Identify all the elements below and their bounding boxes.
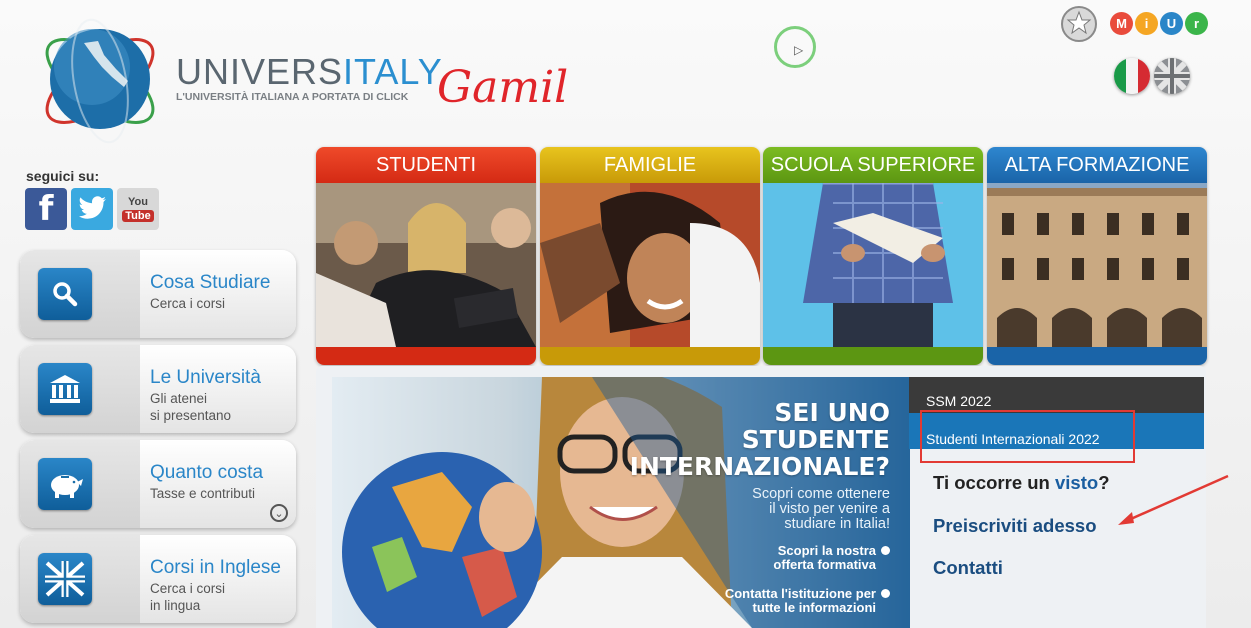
banner-headline-line: STUDENTE (741, 425, 890, 454)
preiscriviti-adesso-link[interactable]: Preiscriviti adesso (933, 515, 1097, 537)
nav-title: Corsi in Inglese (150, 557, 281, 578)
banner-headline-line: INTERNAZIONALE? (629, 452, 890, 481)
bullet-dot-icon (881, 589, 890, 598)
piggy-bank-icon (38, 458, 92, 510)
twitter-bird-icon (79, 196, 106, 219)
banner-image[interactable]: SEI UNO STUDENTE INTERNAZIONALE? Scopri … (332, 377, 910, 628)
visa-question: Ti occorre un visto? (933, 472, 1110, 494)
university-icon (38, 363, 92, 415)
family-photo (540, 183, 760, 347)
banner-subtitle-line: il visto per venire a (769, 501, 890, 517)
banner-subtitle: Scopri come ottenere il visto per venire… (752, 487, 890, 532)
high-school-photo (763, 183, 983, 347)
miur-logo[interactable]: M i U r (1110, 12, 1208, 35)
students-photo (316, 183, 536, 347)
nav-corsi-in-inglese-button[interactable]: Corsi in Inglese Cerca i corsi in lingua (20, 535, 296, 623)
tile-footer (763, 347, 983, 365)
miur-letter: i (1135, 12, 1158, 35)
bullet-dot-icon (881, 546, 890, 555)
nav-subtitle: Cerca i corsi (150, 296, 226, 311)
youtube-you-text: You (128, 196, 148, 208)
twitter-icon[interactable] (71, 188, 113, 230)
nav-le-universita-button[interactable]: Le Università Gli atenei si presentano (20, 345, 296, 433)
brand-name: UNIVERSITALY (176, 51, 443, 92)
nav-subtitle: Tasse e contributi (150, 486, 256, 501)
banner-subtitle-line: Scopri come ottenere (752, 486, 890, 502)
brand-tagline: L'UNIVERSITÀ ITALIANA A PORTATA DI CLICK (176, 91, 409, 103)
search-icon (38, 268, 92, 320)
banner-headline: SEI UNO STUDENTE INTERNAZIONALE? (630, 399, 890, 480)
visa-question-mark: ? (1098, 472, 1110, 493)
tile-title: SCUOLA SUPERIORE (763, 147, 983, 183)
universitaly-logo[interactable]: UNIVERSITALY L'UNIVERSITÀ ITALIANA A POR… (18, 5, 442, 150)
nav-title: Le Università (150, 367, 261, 388)
facebook-letter: f (38, 189, 54, 229)
miur-letter: U (1160, 12, 1183, 35)
youtube-icon[interactable]: You Tube (117, 188, 159, 230)
banner-link-contatta[interactable]: Contatta l'istituzione per tutte le info… (725, 587, 890, 615)
tile-title: STUDENTI (316, 147, 536, 183)
tile-title: ALTA FORMAZIONE (987, 147, 1207, 183)
nav-cosa-studiare-button[interactable]: Cosa Studiare Cerca i corsi (20, 250, 296, 338)
facebook-icon[interactable]: f (25, 188, 67, 230)
italian-language-flag-icon[interactable] (1114, 58, 1150, 94)
banner-link-text: tutte le informazioni (752, 600, 877, 615)
contatti-link[interactable]: Contatti (933, 557, 1003, 579)
tile-title: FAMIGLIE (540, 147, 760, 183)
tile-footer (540, 347, 760, 365)
banner-link-offerta[interactable]: Scopri la nostra offerta formativa (773, 544, 890, 572)
university-building-photo (987, 183, 1207, 347)
tile-footer (316, 347, 536, 365)
annotation-arrow-icon (1118, 474, 1229, 525)
cursor-highlight: ▷ (774, 26, 816, 68)
banner-headline-line: SEI UNO (774, 398, 890, 427)
banner-link-text: offerta formativa (773, 557, 876, 572)
nav-subtitle: Gli atenei si presentano (150, 391, 232, 423)
uk-flag-icon (38, 553, 92, 605)
nav-quanto-costa-button[interactable]: Quanto costa Tasse e contributi ⌄ (20, 440, 296, 528)
annotation-highlight-box (920, 410, 1135, 463)
italian-republic-emblem-icon[interactable] (1060, 4, 1098, 44)
banner-link-text: Contatta l'istituzione per (724, 586, 876, 601)
nav-subtitle: Cerca i corsi in lingua (150, 581, 226, 613)
tile-footer (987, 347, 1207, 365)
menu-item-ssm-2022[interactable]: SSM 2022 (909, 377, 1204, 413)
handwritten-annotation: Gamil (437, 62, 569, 113)
miur-letter: M (1110, 12, 1133, 35)
youtube-tube-text: Tube (122, 210, 154, 222)
visa-question-text: Ti occorre un (933, 472, 1055, 493)
tile-alta-formazione[interactable]: ALTA FORMAZIONE (987, 147, 1207, 365)
miur-letter: r (1185, 12, 1208, 35)
banner-link-text: Scopri la nostra (777, 543, 876, 558)
mouse-pointer-icon: ▷ (794, 43, 804, 57)
tile-studenti[interactable]: STUDENTI (316, 147, 536, 365)
visa-link[interactable]: visto (1055, 472, 1098, 493)
expand-chevron-icon[interactable]: ⌄ (270, 504, 288, 522)
english-language-flag-icon[interactable] (1154, 58, 1190, 94)
tile-famiglie[interactable]: FAMIGLIE (540, 147, 760, 365)
banner-subtitle-line: studiare in Italia! (784, 516, 890, 532)
follow-us-label: seguici su: (26, 168, 100, 184)
globe-logo-icon (45, 18, 155, 144)
nav-title: Cosa Studiare (150, 272, 271, 293)
tile-scuola-superiore[interactable]: SCUOLA SUPERIORE (763, 147, 983, 365)
nav-title: Quanto costa (150, 462, 264, 483)
